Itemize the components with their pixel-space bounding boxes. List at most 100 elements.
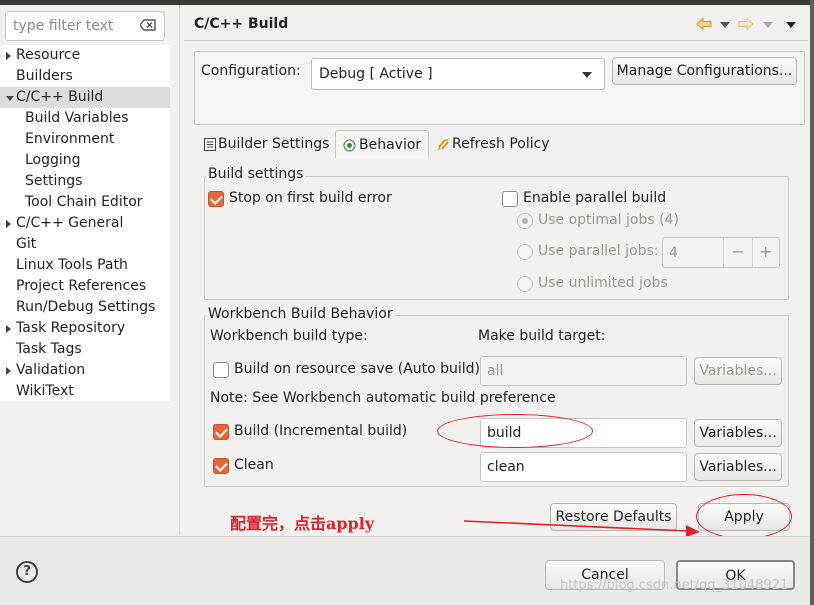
radio-target-icon — [343, 139, 356, 152]
annotation-note: 配置完，点击apply — [230, 514, 375, 533]
refresh-icon — [438, 139, 449, 150]
tree-item[interactable]: Git — [16, 234, 36, 255]
auto-build-target-field[interactable]: all — [480, 356, 687, 386]
filter-placeholder: type filter text — [13, 18, 114, 34]
tree-item[interactable]: Validation — [6, 360, 86, 381]
configuration-value: Debug [ Active ] — [319, 66, 433, 82]
expanded-arrow-icon[interactable] — [6, 96, 14, 101]
auto-build-label: Build on resource save (Auto build) — [234, 361, 481, 377]
build-type-label: Workbench build type: — [210, 328, 368, 344]
tree-item-label: Run/Debug Settings — [16, 299, 156, 315]
tree-item-label: Task Tags — [16, 341, 82, 357]
tree-item[interactable]: Task Repository — [6, 318, 126, 339]
tree-item[interactable]: C/C++ General — [6, 213, 123, 234]
incremental-build-label: Build (Incremental build) — [234, 423, 408, 439]
tree-item[interactable]: Resource — [6, 45, 81, 66]
highlight-ellipse-apply — [696, 494, 792, 539]
configuration-label: Configuration: — [201, 63, 301, 79]
clean-label: Clean — [234, 457, 274, 473]
decrement-button[interactable]: − — [731, 238, 744, 266]
view-menu-icon[interactable] — [786, 22, 796, 28]
tree-item-label: Validation — [16, 362, 86, 378]
parallel-jobs-value: 4 — [669, 245, 678, 261]
increment-button[interactable]: + — [759, 238, 772, 266]
watermark-text: https://blog.csdn.net/qq_31048921 — [560, 578, 789, 593]
parallel-jobs-stepper[interactable]: 4 − + — [662, 237, 780, 268]
enable-parallel-checkbox[interactable] — [502, 191, 518, 207]
tree-item-label: Task Repository — [16, 320, 126, 336]
workbench-legend: Workbench Build Behavior — [206, 306, 395, 322]
collapsed-arrow-icon[interactable] — [6, 220, 11, 228]
tree-item-label: C/C++ Build — [16, 89, 104, 105]
tree-item[interactable]: Settings — [25, 171, 82, 192]
tree-item[interactable]: Project References — [16, 276, 146, 297]
document-icon — [204, 138, 216, 151]
parallel-jobs-radio[interactable] — [517, 244, 533, 260]
tab-label: Refresh Policy — [452, 136, 550, 152]
clear-filter-icon[interactable] — [140, 19, 156, 31]
tree-item-label: Git — [16, 236, 37, 252]
manage-configurations-button[interactable]: Manage Configurations... — [612, 57, 797, 85]
incremental-variables-button[interactable]: Variables... — [694, 419, 782, 447]
unlimited-jobs-label: Use unlimited jobs — [538, 275, 668, 291]
tree-item-label: Settings — [25, 173, 83, 189]
optimal-jobs-label: Use optimal jobs (4) — [538, 212, 679, 228]
tree-item[interactable]: Environment — [25, 129, 114, 150]
tree-item[interactable]: C/C++ Build — [0, 87, 170, 108]
tree-item-label: Project References — [16, 278, 147, 294]
window-right-edge — [810, 0, 814, 605]
tree-item-label: Linux Tools Path — [16, 257, 128, 273]
stepper-divider — [723, 238, 724, 267]
stop-on-error-checkbox[interactable] — [208, 191, 224, 207]
auto-build-variables-button[interactable]: Variables... — [694, 357, 782, 385]
tree-item[interactable]: Task Tags — [16, 339, 82, 360]
back-arrow-icon[interactable] — [696, 17, 712, 31]
configuration-section: Configuration: Debug [ Active ] Manage C… — [194, 51, 805, 125]
collapsed-arrow-icon[interactable] — [6, 325, 11, 333]
dialog-footer: ? Cancel OK — [0, 536, 814, 605]
tab-behavior[interactable]: Behavior — [335, 130, 429, 158]
tree-item-label: Tool Chain Editor — [25, 194, 143, 210]
parallel-jobs-label: Use parallel jobs: — [538, 243, 659, 259]
title-separator — [184, 40, 808, 41]
collapsed-arrow-icon[interactable] — [6, 367, 11, 375]
help-icon[interactable]: ? — [16, 561, 38, 583]
properties-navigation-pane: type filter text Resource Builders C/C++ B… — [0, 5, 180, 535]
forward-arrow-icon — [738, 17, 754, 31]
tree-item[interactable]: Builders — [16, 66, 73, 87]
history-navigation — [690, 14, 800, 34]
tree-item[interactable]: Build Variables — [25, 108, 129, 129]
tree-item[interactable]: Tool Chain Editor — [25, 192, 143, 213]
configuration-select[interactable]: Debug [ Active ] — [311, 58, 605, 90]
auto-build-checkbox[interactable] — [213, 362, 229, 378]
build-settings-legend: Build settings — [206, 166, 306, 182]
filter-input[interactable]: type filter text — [5, 11, 165, 41]
unlimited-jobs-radio[interactable] — [517, 276, 533, 292]
page-title: C/C++ Build — [194, 16, 289, 32]
optimal-jobs-radio[interactable] — [517, 213, 533, 229]
collapsed-arrow-icon[interactable] — [6, 52, 11, 60]
stop-on-error-label: Stop on first build error — [229, 190, 392, 206]
tree-item[interactable]: WikiText — [16, 381, 74, 402]
tab-label: Behavior — [359, 137, 422, 153]
tree-item-label: Environment — [25, 131, 115, 147]
tree-item[interactable]: Logging — [25, 150, 81, 171]
tab-label: Builder Settings — [218, 136, 330, 152]
tree-item[interactable]: Linux Tools Path — [16, 255, 128, 276]
enable-parallel-label: Enable parallel build — [523, 190, 667, 206]
tree-item-label: Resource — [16, 47, 81, 63]
tree-item-label: Builders — [16, 68, 73, 84]
clean-variables-button[interactable]: Variables... — [694, 453, 782, 481]
tab-builder-settings[interactable]: Builder Settings — [202, 130, 338, 158]
chevron-down-icon — [582, 72, 592, 78]
tree-item-label: Logging — [25, 152, 81, 168]
tree-item-label: WikiText — [16, 383, 74, 399]
incremental-build-checkbox[interactable] — [213, 424, 229, 440]
tab-refresh-policy[interactable]: Refresh Policy — [435, 130, 553, 158]
forward-dropdown-icon — [763, 22, 773, 28]
clean-target-field[interactable]: clean — [480, 452, 687, 482]
make-target-label: Make build target: — [478, 328, 606, 344]
clean-checkbox[interactable] — [213, 458, 229, 474]
tree-item[interactable]: Run/Debug Settings — [16, 297, 155, 318]
back-dropdown-icon[interactable] — [720, 22, 730, 28]
